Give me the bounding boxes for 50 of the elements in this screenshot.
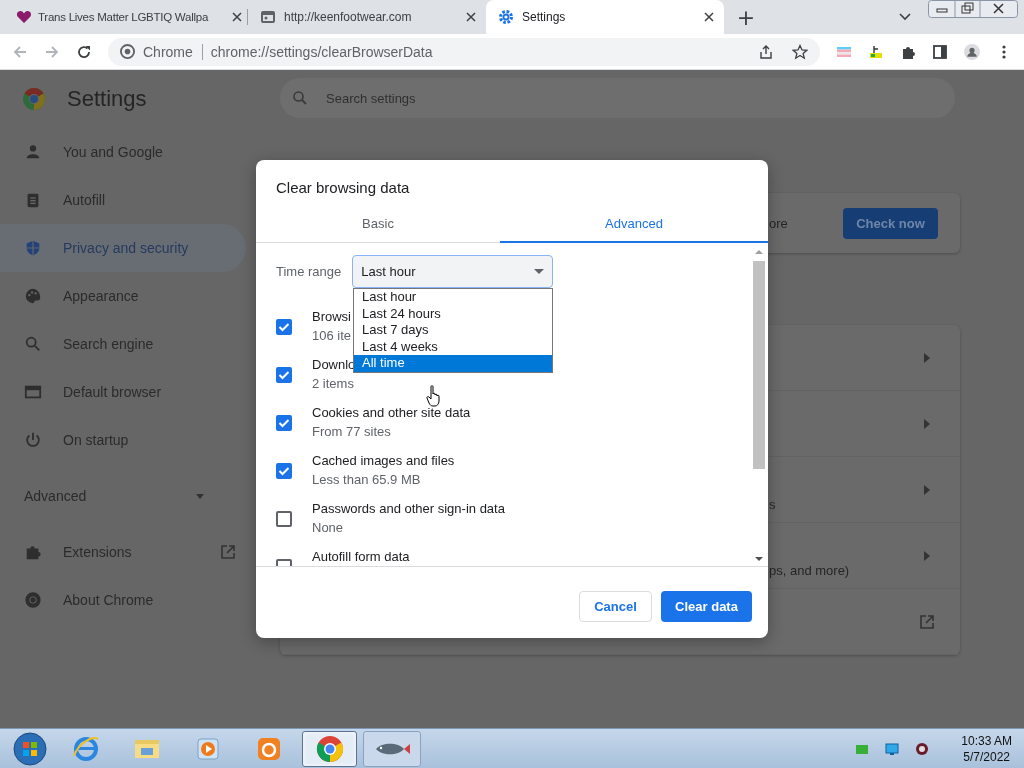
sidebar-link[interactable]: About Chrome [0,576,246,624]
new-tab-button[interactable]: + [732,0,760,34]
clear-data-button[interactable]: Clear data [661,591,752,622]
dropdown-option[interactable]: Last hour [354,289,552,306]
sidebar-item[interactable]: Search engine [0,320,246,368]
dialog-tab[interactable]: Basic [256,205,500,243]
card-text: ore [769,215,788,231]
sidebar-item[interactable]: Autofill [0,176,246,224]
advanced-section-toggle[interactable]: Advanced [0,472,246,520]
field-label: Time range [276,264,342,279]
row-text: ps, and more) [769,563,850,578]
sidebar-item[interactable]: Appearance [0,272,246,320]
tab-title: http://keenfootwear.com [284,10,413,24]
sidebar-link[interactable]: Extensions [0,528,246,576]
cancel-button[interactable]: Cancel [579,591,652,622]
browser-tab[interactable]: Settings [486,0,724,34]
search-field[interactable]: Search settings [280,78,955,118]
row-text: s [769,497,776,512]
dropdown-option[interactable]: Last 7 days [354,322,552,339]
check-now-button[interactable]: Check now [843,207,938,239]
tab-title: Settings [522,10,567,24]
dialog-title: Clear browsing data [275,178,411,198]
item-title: Browsi [312,309,352,324]
sidebar-item[interactable]: Default browser [0,368,246,416]
browser-tab[interactable]: http://keenfootwear.com [248,0,486,34]
dialog-tab[interactable]: Advanced [500,205,768,243]
item-title: Autofill form data [312,549,410,564]
item-title: Cookies and other site data [312,405,471,420]
item-detail: Less than 65.9 MB [312,472,422,487]
time-range-select[interactable]: Last hour [352,255,554,288]
address-bar[interactable]: Chrome chrome://settings/clearBrowserData [108,37,820,66]
browser-tab[interactable]: Trans Lives Matter LGBTIQ Wallpa [8,0,248,34]
item-detail: 2 items [312,376,355,391]
item-detail: 106 ite [312,328,352,343]
item-title: Cached images and files [312,453,455,468]
url-text: chrome://settings/clearBrowserData [210,43,433,60]
dropdown-option[interactable]: Last 4 weeks [354,338,552,355]
sidebar-item[interactable]: You and Google [0,128,246,176]
item-title: Passwords and other sign-in data [312,501,505,516]
tab-title: Trans Lives Matter LGBTIQ Wallpa [38,11,210,23]
site-chip: Chrome [143,43,203,60]
clock-date: 5/7/2022 [963,748,1010,765]
sidebar-item[interactable]: On startup [0,416,246,464]
clock-time: 10:33 AM [961,732,1012,749]
dropdown-option[interactable]: All time [354,355,552,372]
search-input[interactable]: Search settings [324,89,628,107]
item-detail: From 77 sites [312,424,392,439]
settings-title: Settings [67,86,147,112]
item-detail: None [312,520,345,535]
dropdown-option[interactable]: Last 24 hours [354,305,552,322]
